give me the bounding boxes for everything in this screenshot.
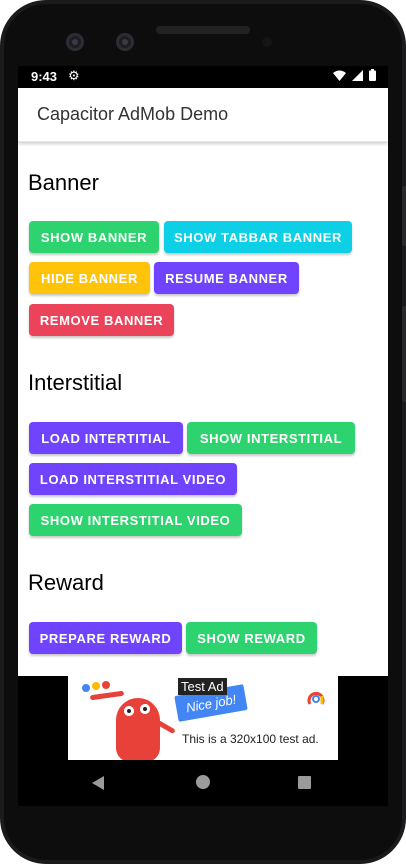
status-time: 9:43 [31, 69, 58, 84]
signal-icon [352, 69, 363, 81]
monster-eye-icon [140, 704, 150, 714]
monster-illustration-icon [116, 698, 160, 760]
ball-icon [102, 681, 110, 689]
recents-icon[interactable] [298, 776, 311, 789]
load-interstitial-video-button[interactable]: LOAD INTERSTITIAL VIDEO [29, 463, 237, 495]
battery-icon [369, 69, 376, 81]
show-interstitial-button[interactable]: SHOW INTERSTITIAL [187, 422, 355, 454]
load-interstitial-button[interactable]: LOAD INTERTITIAL [29, 422, 183, 454]
resume-banner-button[interactable]: RESUME BANNER [154, 262, 299, 294]
show-interstitial-video-button[interactable]: SHOW INTERSTITIAL VIDEO [29, 504, 242, 536]
tray-icon [89, 690, 125, 701]
phone-frame: 9:43 ⚙ Capacitor AdMob Demo Banner SHOW … [0, 0, 406, 864]
show-banner-button[interactable]: SHOW BANNER [29, 221, 159, 253]
system-nav-bar [18, 760, 388, 806]
show-reward-button[interactable]: SHOW REWARD [186, 622, 317, 654]
admob-logo-icon [307, 691, 325, 705]
reward-section-title: Reward [28, 570, 104, 595]
ad-body-text: This is a 320x100 test ad. [182, 732, 319, 746]
gear-icon: ⚙ [68, 68, 80, 83]
status-bar: 9:43 ⚙ [18, 66, 388, 88]
wifi-icon [333, 70, 346, 81]
app-toolbar: Capacitor AdMob Demo [18, 88, 388, 142]
page-title: Capacitor AdMob Demo [37, 104, 229, 124]
show-tabbar-banner-button[interactable]: SHOW TABBAR BANNER [164, 221, 352, 253]
front-camera-icon [66, 33, 84, 51]
home-icon[interactable] [196, 775, 210, 789]
status-icons [333, 69, 376, 81]
ball-icon [92, 682, 100, 690]
ball-icon [82, 684, 90, 692]
sensor-icon [262, 37, 272, 47]
banner-section-title: Banner [28, 170, 99, 195]
back-icon[interactable] [92, 776, 104, 790]
test-ad-banner[interactable]: Test Ad Nice job! This is a 320x100 test… [68, 676, 338, 760]
prepare-reward-button[interactable]: PREPARE REWARD [29, 622, 182, 654]
ad-container: Test Ad Nice job! This is a 320x100 test… [18, 676, 388, 760]
remove-banner-button[interactable]: REMOVE BANNER [29, 304, 174, 336]
front-camera-icon [116, 33, 134, 51]
volume-button [402, 186, 406, 246]
test-ad-label: Test Ad [178, 678, 227, 695]
screen: 9:43 ⚙ Capacitor AdMob Demo Banner SHOW … [18, 66, 388, 806]
monster-eye-icon [124, 706, 134, 716]
hide-banner-button[interactable]: HIDE BANNER [29, 262, 150, 294]
speaker-grille [156, 26, 250, 34]
interstitial-section-title: Interstitial [28, 370, 123, 395]
power-button [402, 306, 406, 402]
